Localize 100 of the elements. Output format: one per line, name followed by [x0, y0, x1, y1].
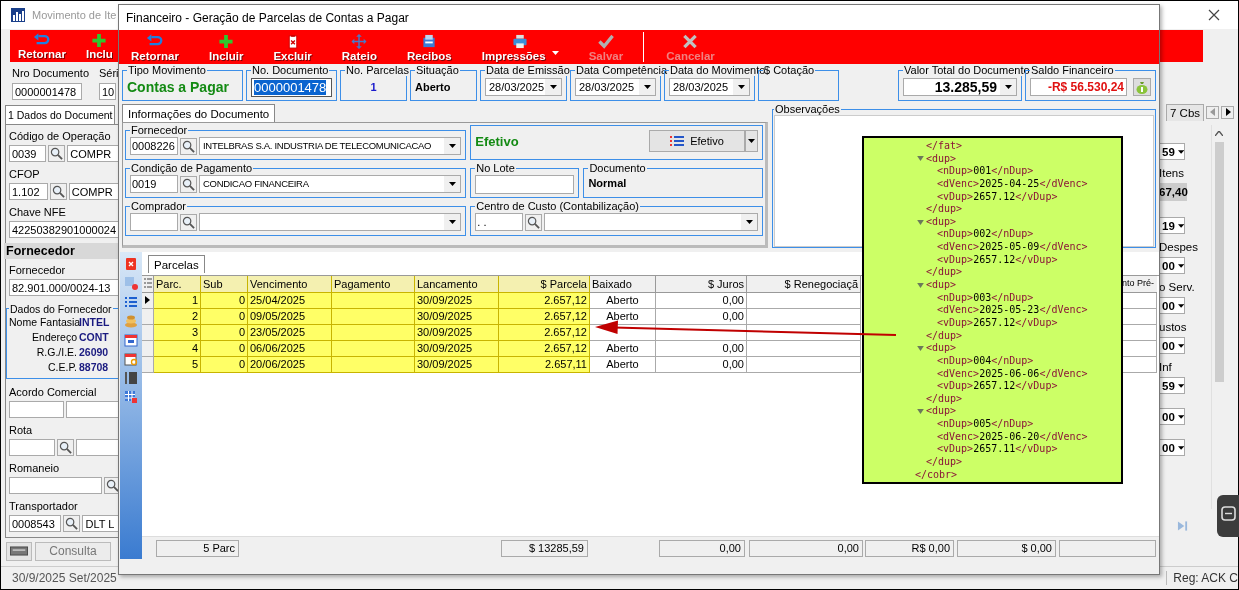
grid-remove-icon[interactable]: [124, 276, 138, 290]
calendar-icon[interactable]: [124, 333, 138, 347]
dropdown-field[interactable]: 00: [1159, 439, 1185, 456]
side-tab-icon[interactable]: [1217, 495, 1239, 537]
input-field[interactable]: [9, 400, 64, 418]
input-field[interactable]: 42250382901000024: [9, 220, 119, 238]
toolbar-button[interactable]: Recibos: [406, 33, 452, 64]
toolbar-button[interactable]: Inclu: [85, 33, 113, 62]
consulta-button[interactable]: Consulta: [35, 541, 111, 561]
dropdown-field[interactable]: 00: [1159, 297, 1185, 314]
calendar-search-icon[interactable]: [124, 352, 138, 366]
toolbar-button[interactable]: Impressões: [481, 33, 559, 64]
dropdown-field[interactable]: INTELBRAS S.A. INDUSTRIA DE TELECOMUNICACAO: [199, 137, 462, 155]
field-value: 26090: [79, 344, 109, 360]
column-header[interactable]: Lancamento: [415, 276, 499, 293]
dropdown-field[interactable]: 59: [1159, 377, 1185, 394]
input-field[interactable]: 0000001478: [251, 78, 332, 97]
column-header[interactable]: $ Renegociaçã: [747, 276, 861, 293]
table-cell: 20/06/2025: [248, 357, 332, 373]
dropdown-field[interactable]: 13.285,59: [903, 78, 1017, 96]
search-button[interactable]: [180, 213, 197, 231]
input-field[interactable]: [9, 476, 102, 494]
keyboard-button[interactable]: [6, 541, 32, 561]
scroll-right-button[interactable]: [1221, 105, 1235, 119]
date-field[interactable]: 28/03/2025: [485, 78, 562, 96]
column-header[interactable]: $ Parcela: [499, 276, 590, 293]
search-button[interactable]: [525, 213, 543, 231]
search-button[interactable]: [56, 438, 74, 456]
input-field[interactable]: 1.102: [9, 182, 48, 200]
column-header[interactable]: Sub: [201, 276, 248, 293]
toolbar-button[interactable]: Retornar: [18, 33, 66, 62]
input-field[interactable]: 82.901.000/0024-13: [9, 278, 119, 296]
input-field[interactable]: 10: [99, 83, 116, 100]
input-field[interactable]: [9, 438, 55, 456]
input-field[interactable]: COMPR: [68, 182, 119, 200]
close-icon[interactable]: [1208, 9, 1220, 21]
expand-triangle-icon[interactable]: [917, 409, 924, 415]
input-field[interactable]: [66, 400, 119, 418]
field-label: Fornecedor: [9, 262, 67, 277]
date-field[interactable]: 28/03/2025: [575, 78, 656, 96]
date-field[interactable]: 28/03/2025: [669, 78, 750, 96]
input-field[interactable]: DLT L: [82, 514, 119, 532]
column-chooser-icon[interactable]: [144, 278, 152, 288]
search-button[interactable]: [180, 137, 197, 155]
tab[interactable]: 1 Dados do Document: [5, 104, 116, 124]
column-header[interactable]: Baixado: [590, 276, 656, 293]
toolbar-button[interactable]: Excluir: [273, 33, 312, 64]
dropdown-field[interactable]: 19: [1159, 217, 1185, 234]
input-field[interactable]: . .: [475, 213, 524, 231]
input-field[interactable]: 0000001478: [12, 83, 82, 100]
tab[interactable]: Informações do Documento: [122, 104, 276, 122]
dropdown-field[interactable]: [199, 213, 462, 231]
tab[interactable]: 7 Cbs: [1166, 103, 1205, 121]
footer-cell: R$ 0,00: [865, 539, 954, 557]
search-button[interactable]: [63, 514, 81, 532]
expand-triangle-icon[interactable]: [917, 282, 924, 288]
input-field[interactable]: 0019: [130, 175, 178, 193]
input-field[interactable]: [75, 438, 119, 456]
input-field[interactable]: 0008543: [9, 514, 62, 532]
dropdown-field[interactable]: 00: [1159, 337, 1185, 354]
input-field[interactable]: 0039: [9, 144, 47, 162]
dropdown-button[interactable]: [745, 130, 758, 152]
input-field[interactable]: [130, 213, 178, 231]
expand-triangle-icon[interactable]: [917, 219, 924, 225]
toolbar-button[interactable]: Retornar: [131, 33, 179, 64]
delete-icon[interactable]: [124, 257, 138, 271]
row-selector[interactable]: [142, 293, 154, 309]
column-header[interactable]: nto Pré-: [1121, 276, 1157, 293]
input-field[interactable]: COMPR: [67, 144, 119, 162]
search-button[interactable]: [48, 144, 66, 162]
group-label: Saldo Financeiro: [1030, 65, 1115, 76]
tab[interactable]: Parcelas: [148, 255, 205, 273]
column-header[interactable]: Vencimento: [248, 276, 332, 293]
xml-line: </fat>: [925, 140, 964, 153]
grid-icon[interactable]: [124, 390, 138, 404]
column-header[interactable]: Pagamento: [332, 276, 415, 293]
expand-triangle-icon[interactable]: [917, 346, 924, 352]
group-label: Comprador: [130, 201, 188, 212]
columns-icon[interactable]: [124, 371, 138, 385]
dropdown-field[interactable]: [544, 213, 758, 231]
dropdown-field[interactable]: 59: [1159, 143, 1185, 160]
efetivo-button[interactable]: Efetivo: [649, 130, 745, 152]
column-header[interactable]: $ Juros: [656, 276, 747, 293]
xml-line: <vDup>2657.12</vDup>: [936, 253, 1059, 267]
input-field[interactable]: 0008226: [130, 137, 178, 155]
field-label: Despes: [1159, 240, 1199, 254]
money-bag-button[interactable]: [1133, 78, 1151, 96]
column-header[interactable]: Parc.: [154, 276, 201, 293]
dropdown-field[interactable]: CONDICAO FINANCEIRA: [199, 175, 462, 193]
input-field[interactable]: [475, 175, 575, 194]
toolbar-button[interactable]: Incluir: [208, 33, 244, 64]
xml-line: <dVenc>2025-05-23</dVenc>: [936, 304, 1089, 317]
dropdown-field[interactable]: 00: [1159, 257, 1185, 274]
expand-triangle-icon[interactable]: [917, 156, 924, 162]
caret-icon: [1177, 303, 1184, 308]
toolbar-button[interactable]: Rateio: [341, 33, 377, 64]
list-icon[interactable]: [124, 295, 138, 309]
search-button[interactable]: [49, 182, 67, 200]
search-button[interactable]: [180, 175, 197, 193]
dropdown-field[interactable]: 00: [1159, 408, 1185, 425]
